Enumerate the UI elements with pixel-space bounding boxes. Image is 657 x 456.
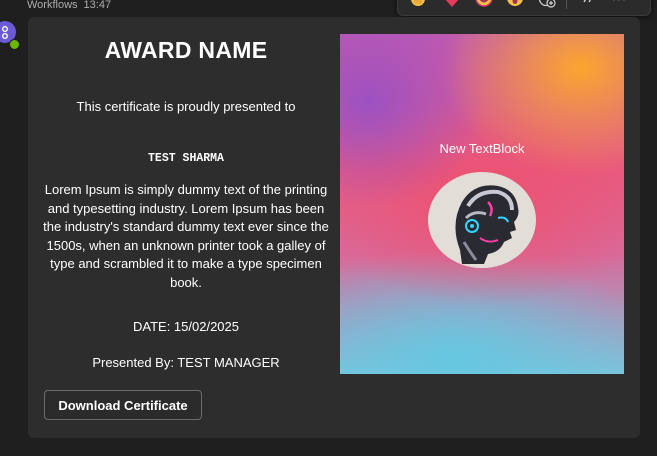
surprised-icon[interactable] xyxy=(505,0,525,9)
certificate-description: Lorem Ipsum is simply dummy text of the … xyxy=(43,182,329,290)
reply-icon[interactable] xyxy=(577,0,597,9)
download-certificate-button[interactable]: Download Certificate xyxy=(44,390,202,420)
cyborg-head-illustration xyxy=(455,185,519,264)
message-time: 13:47 xyxy=(83,0,112,11)
heart-icon[interactable] xyxy=(442,0,462,9)
laugh-icon[interactable] xyxy=(474,0,494,9)
presented-to-line: This certificate is proudly presented to xyxy=(76,99,296,114)
presented-by: Presented By: TEST MANAGER xyxy=(92,355,280,370)
online-status-badge xyxy=(9,39,20,50)
reaction-bar xyxy=(397,0,651,16)
more-options-icon[interactable] xyxy=(609,0,629,9)
message-meta: Workflows 13:47 xyxy=(27,0,111,11)
image-textblock: New TextBlock xyxy=(439,141,525,156)
reaction-divider xyxy=(566,0,567,9)
certificate-date: DATE: 15/02/2025 xyxy=(133,319,239,334)
like-icon[interactable] xyxy=(408,0,428,9)
profile-portrait xyxy=(428,172,536,268)
certificate-card: AWARD NAME This certificate is proudly p… xyxy=(28,17,640,438)
award-title: AWARD NAME xyxy=(104,37,268,63)
sender-name[interactable]: Workflows xyxy=(27,0,78,11)
add-reaction-icon[interactable] xyxy=(537,0,557,9)
recipient-name: TEST SHARMA xyxy=(148,152,224,165)
certificate-image: New TextBlock xyxy=(340,34,624,374)
message-header: Workflows 13:47 xyxy=(0,0,657,16)
